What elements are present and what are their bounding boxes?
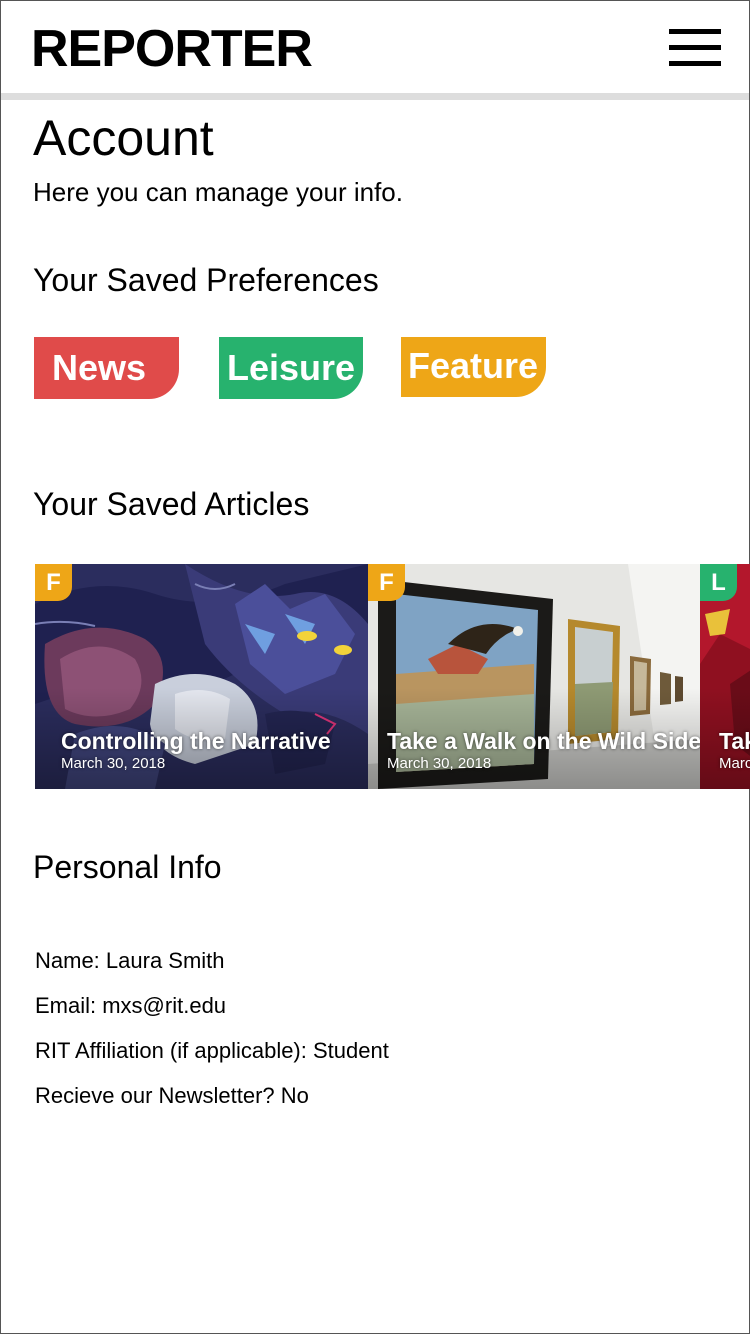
article-date: March 30, 2018 [61, 755, 166, 772]
article-card[interactable]: F Controlling the Narrative March 30, 20… [35, 564, 368, 789]
article-card[interactable]: L Tak Marc [700, 564, 750, 789]
article-card[interactable]: F Take a Walk on the Wild Side March 30,… [368, 564, 700, 789]
personal-info-heading: Personal Info [33, 849, 222, 885]
reporter-logo[interactable]: REPORTER [31, 19, 313, 79]
info-newsletter: Recieve our Newsletter? No [35, 1083, 309, 1108]
saved-articles-carousel[interactable]: F Controlling the Narrative March 30, 20… [35, 564, 750, 789]
top-bar: REPORTER [1, 1, 749, 93]
info-name: Name: Laura Smith [35, 948, 225, 973]
article-date: March 30, 2018 [387, 755, 492, 772]
article-title: Take a Walk on the Wild Side [387, 728, 700, 754]
article-category-badge: F [368, 564, 405, 601]
menu-line [669, 45, 721, 50]
article-title: Tak [719, 728, 750, 754]
article-category-badge: L [700, 564, 737, 601]
article-category-badge: F [35, 564, 72, 601]
info-affiliation: RIT Affiliation (if applicable): Student [35, 1038, 389, 1063]
page-title: Account [33, 110, 214, 166]
preference-chip-news[interactable]: News [34, 337, 179, 399]
menu-line [669, 29, 721, 34]
article-date: Marc [719, 755, 750, 772]
hamburger-menu-icon[interactable] [669, 29, 721, 69]
preference-chip-leisure[interactable]: Leisure [219, 337, 363, 399]
article-title: Controlling the Narrative [61, 728, 331, 754]
menu-line [669, 61, 721, 66]
info-email: Email: mxs@rit.edu [35, 993, 227, 1018]
saved-articles-heading: Your Saved Articles [33, 486, 310, 522]
page-subtitle: Here you can manage your info. [33, 177, 403, 207]
preferences-heading: Your Saved Preferences [33, 262, 379, 298]
header-divider [1, 93, 749, 100]
preference-chip-feature[interactable]: Feature [401, 337, 546, 397]
